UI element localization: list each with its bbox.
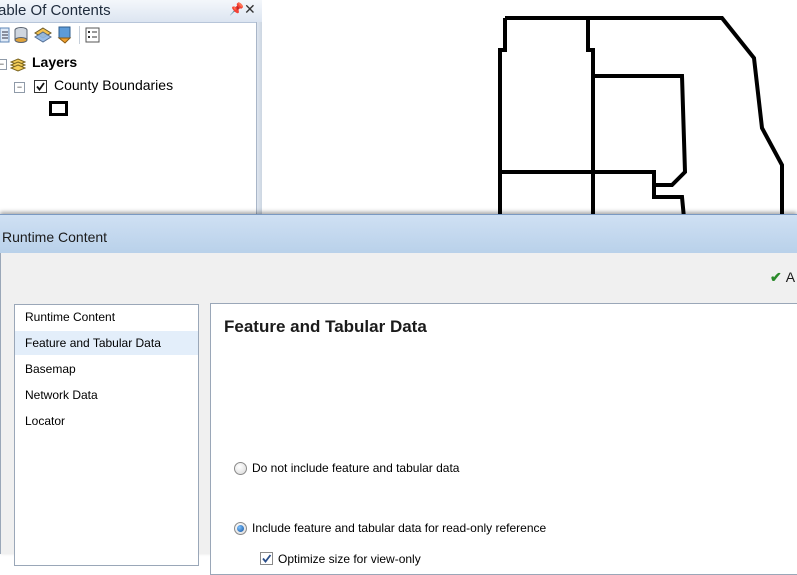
table-of-contents-panel: able Of Contents 📌 ✕ − Layers − County B… (0, 0, 263, 218)
nav-item-network-data[interactable]: Network Data (15, 383, 198, 407)
toolbar-separator (79, 26, 80, 44)
accept-button[interactable]: ✔ A (770, 269, 795, 286)
dialog-title: Runtime Content (2, 229, 108, 245)
runtime-content-dialog: Runtime Content ✔ A Runtime Content Featu… (0, 214, 797, 575)
include-data-label[interactable]: Include feature and tabular data for rea… (252, 521, 546, 535)
dialog-titlebar: Runtime Content (0, 214, 797, 253)
county-outline-inner (593, 74, 688, 218)
county-outline-south (500, 170, 656, 185)
layers-label: Layers (32, 54, 78, 70)
layers-icon (9, 56, 27, 75)
pin-icon[interactable]: 📌 (229, 2, 244, 16)
collapse-icon[interactable]: − (0, 59, 7, 70)
optimize-size-label[interactable]: Optimize size for view-only (278, 552, 421, 566)
nav-item-feature-and-tabular-data[interactable]: Feature and Tabular Data (15, 331, 198, 355)
options-icon[interactable] (85, 25, 103, 45)
county-outline-divider (586, 18, 595, 218)
layer-symbol-swatch (49, 101, 68, 116)
layer-visibility-checkbox[interactable] (34, 80, 47, 93)
content-nav-list: Runtime Content Feature and Tabular Data… (14, 304, 199, 566)
map-display[interactable] (262, 0, 797, 218)
toc-titlebar: able Of Contents 📌 ✕ (0, 0, 262, 23)
collapse-icon[interactable]: − (14, 82, 25, 93)
exclude-data-label[interactable]: Do not include feature and tabular data (252, 461, 459, 475)
list-by-selection-icon[interactable] (56, 25, 74, 45)
list-by-source-icon[interactable] (12, 25, 30, 45)
section-title: Feature and Tabular Data (224, 317, 427, 336)
county-boundaries-map (498, 16, 784, 218)
exclude-data-radio[interactable] (234, 462, 247, 475)
county-outline-north (505, 16, 784, 218)
close-icon[interactable]: ✕ (244, 1, 256, 18)
accept-label: A (785, 269, 796, 285)
content-panel: Feature and Tabular Data Do not include … (210, 303, 797, 575)
county-outline-west (498, 18, 507, 218)
nav-item-basemap[interactable]: Basemap (15, 357, 198, 381)
nav-item-locator[interactable]: Locator (15, 409, 198, 433)
nav-item-runtime-content[interactable]: Runtime Content (15, 305, 198, 329)
toc-title: able Of Contents (0, 2, 111, 19)
include-data-radio[interactable] (234, 522, 247, 535)
list-by-visibility-icon[interactable] (34, 25, 52, 45)
toc-toolbar (0, 23, 262, 49)
layer-name: County Boundaries (54, 77, 174, 93)
checkmark-icon: ✔ (770, 269, 782, 285)
